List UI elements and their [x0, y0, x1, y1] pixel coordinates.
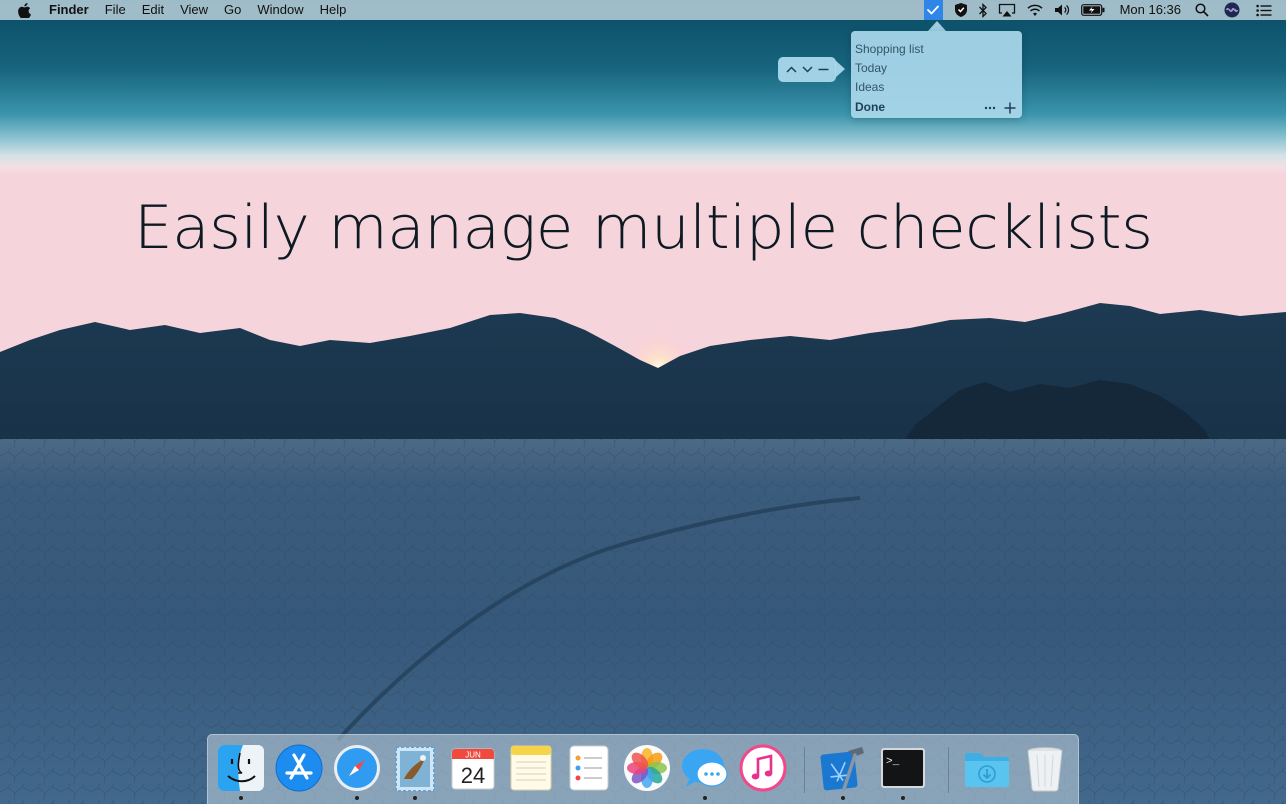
xcode-icon[interactable] — [818, 743, 868, 800]
chevron-down-icon[interactable] — [799, 62, 815, 78]
photos-icon[interactable] — [622, 743, 672, 793]
menu-go[interactable]: Go — [216, 0, 249, 20]
menubar-clock[interactable]: Mon 16:36 — [1110, 0, 1191, 20]
mail-icon[interactable] — [390, 743, 440, 800]
spotlight-icon[interactable] — [1195, 0, 1209, 20]
dock-separator — [804, 747, 805, 793]
trash-icon[interactable] — [1020, 743, 1070, 793]
calendar-day: 24 — [461, 763, 485, 788]
chevron-up-icon[interactable] — [783, 62, 799, 78]
headline-text: Easily manage multiple checklists — [133, 193, 1153, 263]
checklist-item[interactable]: Shopping list — [855, 40, 924, 58]
terminal-icon[interactable]: >_ — [878, 743, 928, 800]
menu-window[interactable]: Window — [249, 0, 311, 20]
running-indicator — [703, 796, 707, 800]
running-indicator — [841, 796, 845, 800]
menu-view[interactable]: View — [172, 0, 216, 20]
reorder-toolbar — [778, 57, 836, 82]
headline: Easily manage multiple checklists — [0, 190, 1286, 266]
calendar-icon[interactable]: JUN 24 — [448, 743, 498, 793]
checklist-popover: Shopping list Today Ideas Done — [851, 31, 1022, 118]
terminal-prompt: >_ — [886, 756, 900, 768]
itunes-icon[interactable] — [738, 743, 788, 793]
menu-edit[interactable]: Edit — [134, 0, 172, 20]
notes-icon[interactable] — [506, 743, 556, 793]
finder-icon[interactable] — [216, 743, 266, 800]
app-menu-finder[interactable]: Finder — [43, 0, 97, 20]
popover-actions — [982, 99, 1018, 117]
minus-icon[interactable] — [815, 62, 831, 78]
dock: JUN 24 >_ — [207, 734, 1079, 804]
battery-icon[interactable] — [1080, 0, 1105, 20]
running-indicator — [413, 796, 417, 800]
wallpaper-image — [0, 0, 1286, 804]
checklist-item-selected[interactable]: Done — [855, 98, 885, 116]
checklist-icon[interactable] — [923, 0, 943, 20]
checklist-item[interactable]: Today — [855, 59, 887, 77]
app-store-icon[interactable] — [274, 743, 324, 793]
shield-icon[interactable] — [954, 0, 968, 20]
desktop — [0, 0, 1286, 804]
dock-separator — [948, 747, 949, 793]
plus-icon[interactable] — [1002, 100, 1018, 116]
messages-icon[interactable] — [680, 743, 730, 800]
menu-bar: Finder File Edit View Go Window Help Mon… — [0, 0, 1286, 20]
running-indicator — [901, 796, 905, 800]
downloads-folder-icon[interactable] — [962, 743, 1012, 793]
more-icon[interactable] — [982, 100, 998, 116]
running-indicator — [239, 796, 243, 800]
reminders-icon[interactable] — [564, 743, 614, 793]
menu-file[interactable]: File — [97, 0, 134, 20]
safari-icon[interactable] — [332, 743, 382, 800]
bluetooth-icon[interactable] — [978, 0, 988, 20]
wifi-icon[interactable] — [1026, 0, 1044, 20]
menu-help[interactable]: Help — [312, 0, 355, 20]
running-indicator — [355, 796, 359, 800]
checklist-item[interactable]: Ideas — [855, 78, 884, 96]
siri-icon[interactable] — [1224, 0, 1240, 20]
calendar-month: JUN — [465, 751, 481, 760]
apple-menu-icon[interactable] — [0, 2, 43, 18]
airplay-icon[interactable] — [998, 0, 1016, 20]
toolbar-pill-arrow — [835, 60, 845, 78]
volume-icon[interactable] — [1054, 0, 1071, 20]
popover-arrow — [928, 21, 946, 31]
notification-center-icon[interactable] — [1256, 0, 1272, 20]
